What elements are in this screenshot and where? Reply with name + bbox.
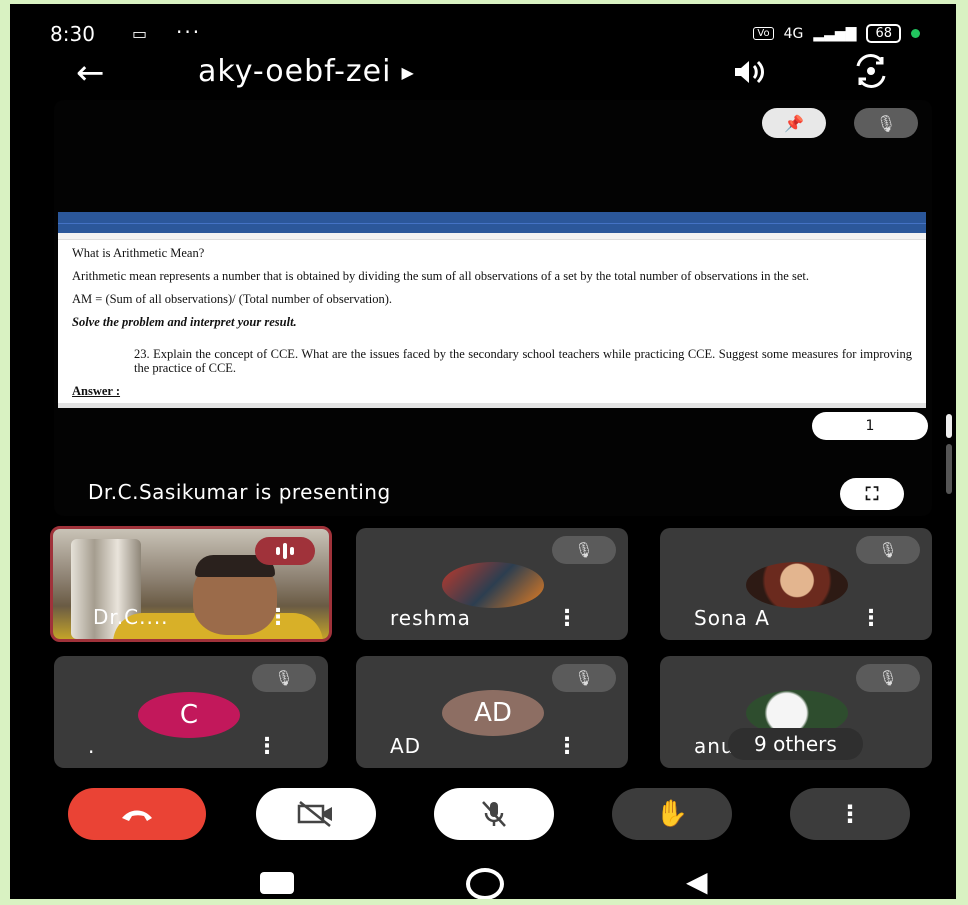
status-time: 8:30	[50, 22, 95, 46]
call-controls: ✋ ⋮	[10, 788, 956, 844]
scrollbar[interactable]	[946, 414, 952, 504]
raise-hand-button[interactable]: ✋	[612, 788, 732, 840]
scrollbar-thumb[interactable]	[946, 414, 952, 438]
more-options-icon[interactable]: ⋮	[556, 608, 578, 630]
recents-icon[interactable]	[260, 872, 294, 894]
meeting-code-button[interactable]: aky-oebf-zei ▶	[198, 54, 415, 89]
fullscreen-icon: ⛶	[865, 483, 879, 505]
presenter-label: Dr.C.Sasikumar is presenting	[88, 480, 391, 504]
camera-toggle-button[interactable]	[256, 788, 376, 840]
word-statusbar	[58, 403, 926, 408]
status-bar: 8:30 ▭ ··· Vo 4G ▂▃▅▇ 68	[50, 20, 920, 52]
participant-name: Dr.C....	[93, 605, 169, 629]
more-options-icon[interactable]: ⋮	[256, 736, 278, 758]
scrollbar-track	[946, 444, 952, 494]
doc-heading: What is Arithmetic Mean?	[72, 246, 205, 260]
participant-tile[interactable]: 🎙 Sona A ⋮	[660, 528, 932, 640]
speaking-indicator-icon	[255, 537, 315, 565]
doc-question: 23. Explain the concept of CCE. What are…	[134, 347, 912, 375]
doc-answer-label: Answer :	[72, 384, 121, 398]
back-icon[interactable]: ◀	[686, 868, 708, 896]
overflow-dots-icon: ···	[176, 20, 202, 44]
privacy-indicator-icon	[911, 29, 920, 38]
mic-off-icon: 🎙	[875, 113, 897, 133]
caret-right-icon: ▶	[401, 63, 415, 82]
system-navigation-bar: ◀	[10, 868, 956, 899]
screen-record-icon: ▭	[132, 24, 148, 43]
presentation-panel: 📌 🎙 What is Arithmetic Mean? Arithmetic …	[54, 100, 932, 516]
participant-name: AD	[390, 734, 422, 758]
mic-off-icon: 🎙	[856, 536, 920, 564]
speaker-icon[interactable]	[732, 58, 766, 93]
more-options-icon[interactable]: ⋮	[860, 608, 882, 630]
pin-button[interactable]: 📌	[762, 108, 826, 138]
mic-toggle-button[interactable]	[434, 788, 554, 840]
back-arrow-icon[interactable]: ←	[76, 56, 105, 90]
others-overflow-chip[interactable]: 9 others	[728, 728, 863, 760]
avatar: C	[138, 692, 240, 738]
mic-off-icon: 🎙	[552, 536, 616, 564]
doc-paragraph: Arithmetic mean represents a number that…	[72, 269, 809, 283]
volte-icon: Vo	[753, 27, 774, 40]
participant-name: reshma	[390, 606, 471, 630]
participant-name: Sona A	[694, 606, 770, 630]
phone-screen: 8:30 ▭ ··· Vo 4G ▂▃▅▇ 68 ← aky-oebf-zei ▶…	[10, 4, 956, 899]
doc-instruction: Solve the problem and interpret your res…	[72, 315, 297, 329]
avatar	[746, 562, 848, 608]
avatar: AD	[442, 690, 544, 736]
presentation-mic-muted: 🎙	[854, 108, 918, 138]
more-options-button[interactable]: ⋮	[790, 788, 910, 840]
mic-off-icon	[482, 801, 506, 827]
word-ruler	[58, 233, 926, 240]
home-icon[interactable]	[466, 868, 504, 899]
mic-off-icon: 🎙	[252, 664, 316, 692]
camera-off-icon	[297, 801, 332, 827]
end-call-button[interactable]	[68, 788, 206, 840]
network-type: 4G	[783, 25, 804, 42]
meeting-code: aky-oebf-zei	[198, 54, 392, 89]
participant-name: .	[88, 734, 96, 758]
more-options-icon[interactable]: ⋮	[267, 607, 289, 629]
meeting-header: ← aky-oebf-zei ▶	[10, 54, 956, 98]
doc-formula: AM = (Sum of all observations)/ (Total n…	[72, 292, 393, 306]
mic-off-icon: 🎙	[856, 664, 920, 692]
avatar	[442, 562, 544, 608]
signal-icon: ▂▃▅▇	[813, 25, 857, 42]
page-indicator: 1	[812, 412, 928, 440]
participant-tile[interactable]: 🎙 reshma ⋮	[356, 528, 628, 640]
shared-document: What is Arithmetic Mean? Arithmetic mean…	[58, 212, 926, 408]
participant-tile[interactable]: 🎙 AD AD ⋮	[356, 656, 628, 768]
fullscreen-button[interactable]: ⛶	[840, 478, 904, 510]
mic-off-icon: 🎙	[552, 664, 616, 692]
hand-icon: ✋	[655, 799, 689, 829]
more-options-icon[interactable]: ⋮	[556, 736, 578, 758]
participant-tile[interactable]: Dr.C.... ⋮	[50, 526, 332, 642]
hang-up-icon	[122, 810, 152, 821]
pin-icon: 📌	[784, 113, 804, 133]
battery-level: 68	[866, 24, 901, 43]
more-vert-icon: ⋮	[838, 800, 862, 828]
participant-tile[interactable]: 🎙 anu 9 others	[660, 656, 932, 768]
switch-camera-icon[interactable]	[852, 54, 890, 96]
word-titlebar	[58, 212, 926, 223]
word-ribbon	[58, 223, 926, 233]
participant-tile[interactable]: 🎙 C . ⋮	[54, 656, 328, 768]
